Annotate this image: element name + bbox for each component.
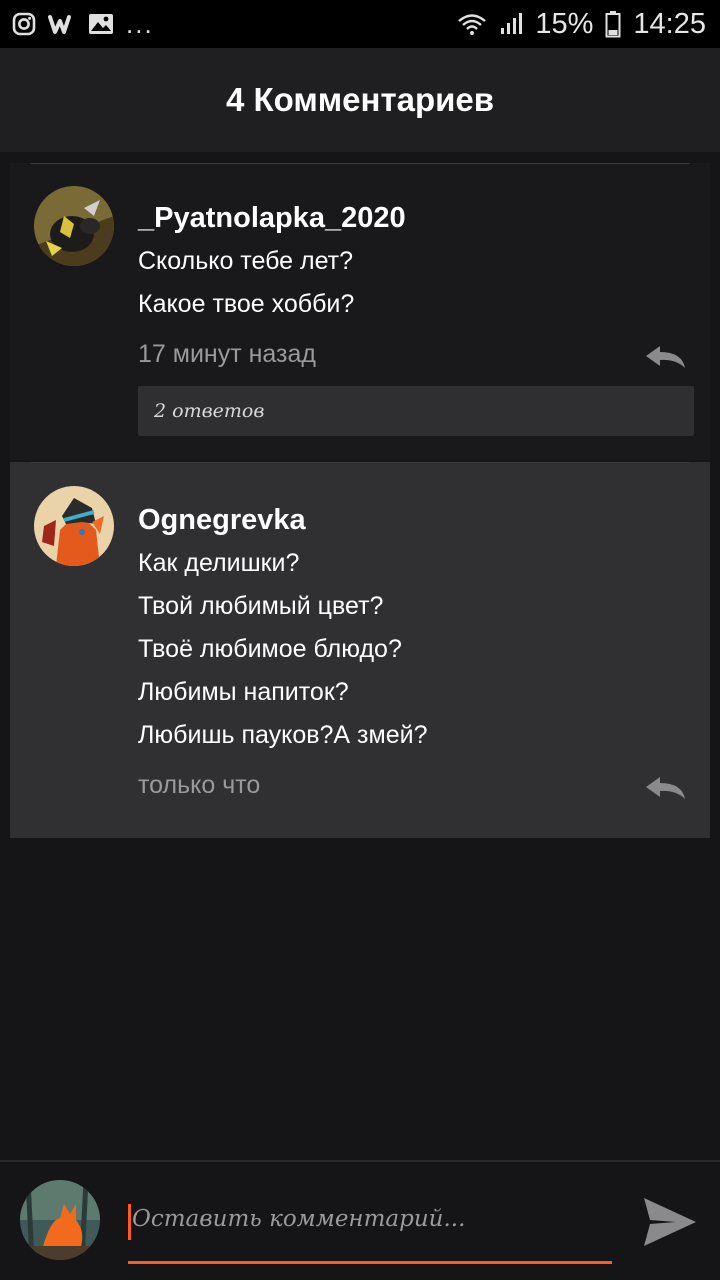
reply-icon[interactable] bbox=[644, 340, 686, 392]
status-bar: ... 15% 14:25 bbox=[0, 0, 720, 48]
comment-text-line: Любишь пауков?А змей? bbox=[138, 721, 428, 749]
comment-timestamp: 17 минут назад bbox=[138, 340, 316, 368]
gallery-icon bbox=[88, 13, 114, 35]
comment-item[interactable]: Ognegrevka Как делишки? Твой любимый цве… bbox=[10, 462, 710, 838]
comment-body: _Pyatnolapka_2020 Сколько тебе лет? Како… bbox=[138, 196, 694, 436]
reply-icon[interactable] bbox=[644, 771, 686, 823]
comment-divider bbox=[30, 163, 690, 164]
more-notifications-indicator: ... bbox=[126, 9, 154, 39]
comment-username[interactable]: _Pyatnolapka_2020 bbox=[138, 196, 694, 240]
comment-input[interactable]: Оставить комментарий... bbox=[128, 1194, 612, 1264]
comment-text-line: Твоё любимое блюдо? bbox=[138, 635, 402, 663]
comment-meta: только что bbox=[138, 759, 694, 811]
send-button[interactable] bbox=[640, 1192, 700, 1252]
comment-meta: 17 минут назад bbox=[138, 328, 694, 380]
send-icon bbox=[640, 1198, 700, 1256]
comment-text-line: Как делишки? bbox=[138, 549, 300, 577]
status-bar-right: 15% 14:25 bbox=[457, 8, 706, 41]
wattpad-icon bbox=[48, 13, 76, 35]
comment-divider bbox=[30, 462, 690, 463]
current-user-avatar[interactable] bbox=[20, 1180, 100, 1260]
clock: 14:25 bbox=[633, 7, 706, 40]
avatar[interactable] bbox=[34, 486, 114, 566]
comment-input-bar: Оставить комментарий... bbox=[0, 1160, 720, 1280]
comment-input-placeholder: Оставить комментарий... bbox=[132, 1206, 466, 1232]
comment-username[interactable]: Ognegrevka bbox=[138, 498, 694, 542]
comment-timestamp: только что bbox=[138, 771, 261, 799]
battery-percent: 15% bbox=[535, 7, 594, 40]
comment-text-line: Какое твое хобби? bbox=[138, 290, 355, 318]
wifi-icon bbox=[457, 12, 487, 36]
comments-header: 4 Комментариев bbox=[0, 48, 720, 152]
comment-text-line: Сколько тебе лет? bbox=[138, 247, 354, 275]
battery-icon bbox=[605, 10, 621, 38]
instagram-icon bbox=[12, 12, 36, 36]
avatar[interactable] bbox=[34, 186, 114, 266]
text-caret bbox=[128, 1204, 131, 1240]
signal-icon bbox=[499, 12, 523, 36]
comment-item[interactable]: _Pyatnolapka_2020 Сколько тебе лет? Како… bbox=[10, 163, 710, 460]
comment-text-line: Любимы напиток? bbox=[138, 678, 349, 706]
view-replies-button[interactable]: 2 ответов bbox=[138, 386, 694, 436]
status-bar-left: ... bbox=[12, 9, 154, 39]
comment-body: Ognegrevka Как делишки? Твой любимый цве… bbox=[138, 498, 694, 811]
page-title: 4 Комментариев bbox=[225, 81, 495, 118]
comment-text-line: Твой любимый цвет? bbox=[138, 592, 384, 620]
